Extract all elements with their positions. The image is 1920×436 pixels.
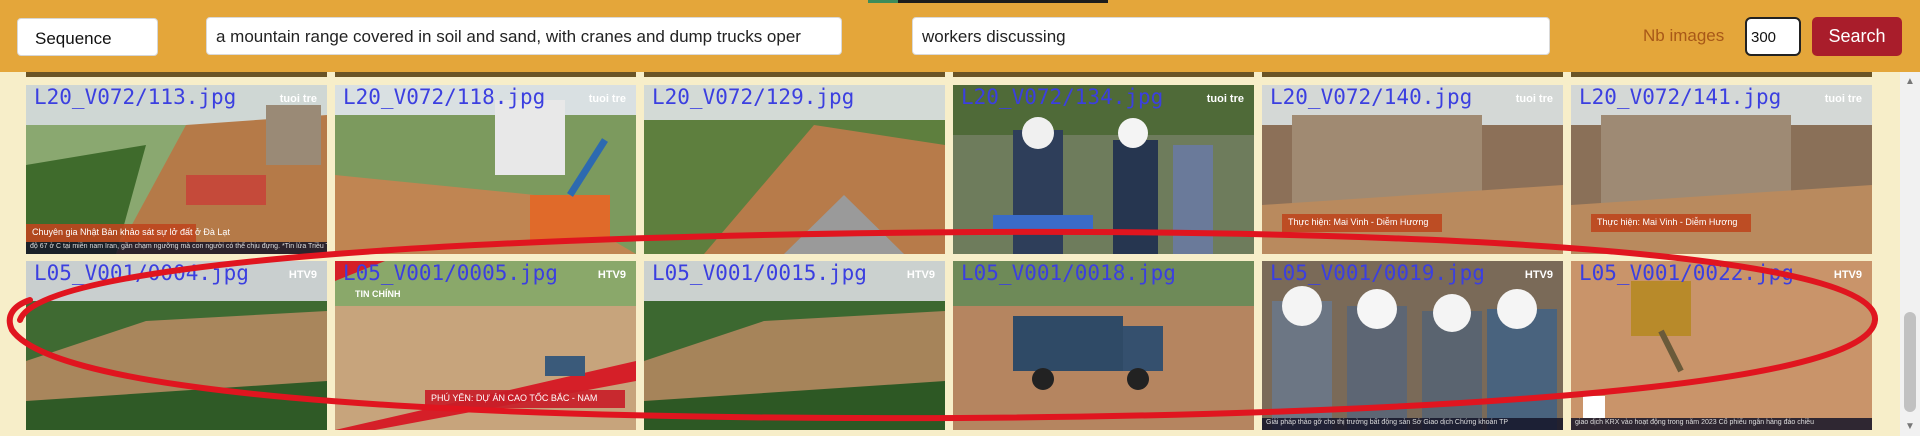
- video-caption: Thực hiện: Mai Vinh - Diễm Hương: [1282, 214, 1442, 232]
- channel-logo: HTV9: [906, 269, 935, 281]
- result-thumbnail[interactable]: L20_V072/134.jpg tuoi tre: [953, 85, 1254, 254]
- result-thumbnail[interactable]: L20_V072/118.jpg tuoi tre: [335, 85, 636, 254]
- toolbar: Sequence a mountain range covered in soi…: [0, 0, 1920, 72]
- file-name: L05_V001/0005.jpg: [343, 261, 558, 285]
- file-name: L05_V001/0019.jpg: [1270, 261, 1485, 285]
- channel-logo: HTV9: [1833, 269, 1862, 281]
- result-thumbnail[interactable]: L05_V001/0022.jpg HTV9 giao dịch KRX vào…: [1571, 261, 1872, 430]
- result-thumbnail[interactable]: L20_V072/129.jpg: [644, 85, 945, 254]
- query-input-1[interactable]: a mountain range covered in soil and san…: [206, 17, 842, 55]
- thumbnail-image: [1571, 261, 1872, 430]
- result-thumbnail[interactable]: L20_V072/140.jpg tuoi tre Thực hiện: Mai…: [1262, 85, 1563, 254]
- previous-row-strip: [1262, 72, 1563, 77]
- video-caption: Thực hiện: Mai Vinh - Diễm Hương: [1591, 214, 1751, 232]
- file-name: L05_V001/0022.jpg: [1579, 261, 1794, 285]
- file-name: L20_V072/129.jpg: [652, 85, 855, 109]
- progress-bar: [868, 0, 1108, 3]
- thumbnail-image: [1262, 261, 1563, 430]
- previous-row-strip: [1571, 72, 1872, 77]
- result-thumbnail[interactable]: L05_V001/0015.jpg HTV9: [644, 261, 945, 430]
- file-name: L05_V001/0018.jpg: [961, 261, 1176, 285]
- progress-accent: [868, 0, 898, 3]
- mode-select[interactable]: Sequence: [17, 18, 158, 56]
- file-name: L20_V072/118.jpg: [343, 85, 546, 109]
- file-name: L05_V001/0015.jpg: [652, 261, 867, 285]
- result-thumbnail[interactable]: L05_V001/0004.jpg HTV9: [26, 261, 327, 430]
- nb-images-label: Nb images: [1643, 26, 1725, 45]
- channel-logo: tuoi tre: [279, 93, 317, 105]
- scroll-up-icon[interactable]: ▲: [1905, 76, 1915, 87]
- thumbnail-image: [26, 261, 327, 430]
- nb-images-input[interactable]: 300: [1745, 17, 1801, 56]
- file-name: L20_V072/113.jpg: [34, 85, 237, 109]
- channel-logo: tuoi tre: [588, 93, 626, 105]
- video-caption: Chuyên gia Nhật Bản khảo sát sự lở đất ở…: [26, 224, 230, 242]
- channel-logo: HTV9: [1524, 269, 1553, 281]
- result-thumbnail[interactable]: L05_V001/0018.jpg: [953, 261, 1254, 430]
- headline-tag: TIN CHÍNH: [355, 289, 401, 299]
- result-thumbnail[interactable]: L20_V072/113.jpg tuoi tre Chuyên gia Nhậ…: [26, 85, 327, 254]
- news-ticker: Giải pháp thảo gỡ cho thị trường bất độn…: [1262, 418, 1563, 430]
- thumbnail-image: [644, 85, 945, 254]
- search-button[interactable]: Search: [1812, 17, 1902, 56]
- channel-logo: tuoi tre: [1824, 93, 1862, 105]
- video-caption: PHÚ YÊN: DỰ ÁN CAO TỐC BẮC - NAM: [425, 390, 625, 408]
- previous-row-strip: [335, 72, 636, 77]
- channel-logo: tuoi tre: [1515, 93, 1553, 105]
- file-name: L05_V001/0004.jpg: [34, 261, 249, 285]
- news-ticker: giao dịch KRX vào hoạt động trong năm 20…: [1571, 418, 1872, 430]
- scrollbar-thumb[interactable]: [1904, 312, 1916, 412]
- file-name: L20_V072/134.jpg: [961, 85, 1164, 109]
- query-input-2[interactable]: workers discussing: [912, 17, 1550, 55]
- file-name: L20_V072/140.jpg: [1270, 85, 1473, 109]
- previous-row-strip: [953, 72, 1254, 77]
- channel-logo: tuoi tre: [1206, 93, 1244, 105]
- thumbnail-image: [953, 85, 1254, 254]
- previous-row-strip: [644, 72, 945, 77]
- channel-logo: HTV9: [597, 269, 626, 281]
- result-thumbnail[interactable]: L05_V001/0005.jpg HTV9 TIN CHÍNH PHÚ YÊN…: [335, 261, 636, 430]
- result-thumbnail[interactable]: L05_V001/0019.jpg HTV9 Giải pháp thảo gỡ…: [1262, 261, 1563, 430]
- result-thumbnail[interactable]: L20_V072/141.jpg tuoi tre Thực hiện: Mai…: [1571, 85, 1872, 254]
- thumbnail-image: [335, 85, 636, 254]
- thumbnail-image: [953, 261, 1254, 430]
- news-ticker: độ 67 ở C tại miền nam Iran, gần chạm ng…: [26, 242, 327, 254]
- scroll-down-icon[interactable]: ▼: [1905, 421, 1915, 432]
- previous-row-strip: [26, 72, 327, 77]
- vertical-scrollbar[interactable]: ▲ ▼: [1900, 72, 1920, 436]
- channel-logo: HTV9: [288, 269, 317, 281]
- thumbnail-image: [644, 261, 945, 430]
- file-name: L20_V072/141.jpg: [1579, 85, 1782, 109]
